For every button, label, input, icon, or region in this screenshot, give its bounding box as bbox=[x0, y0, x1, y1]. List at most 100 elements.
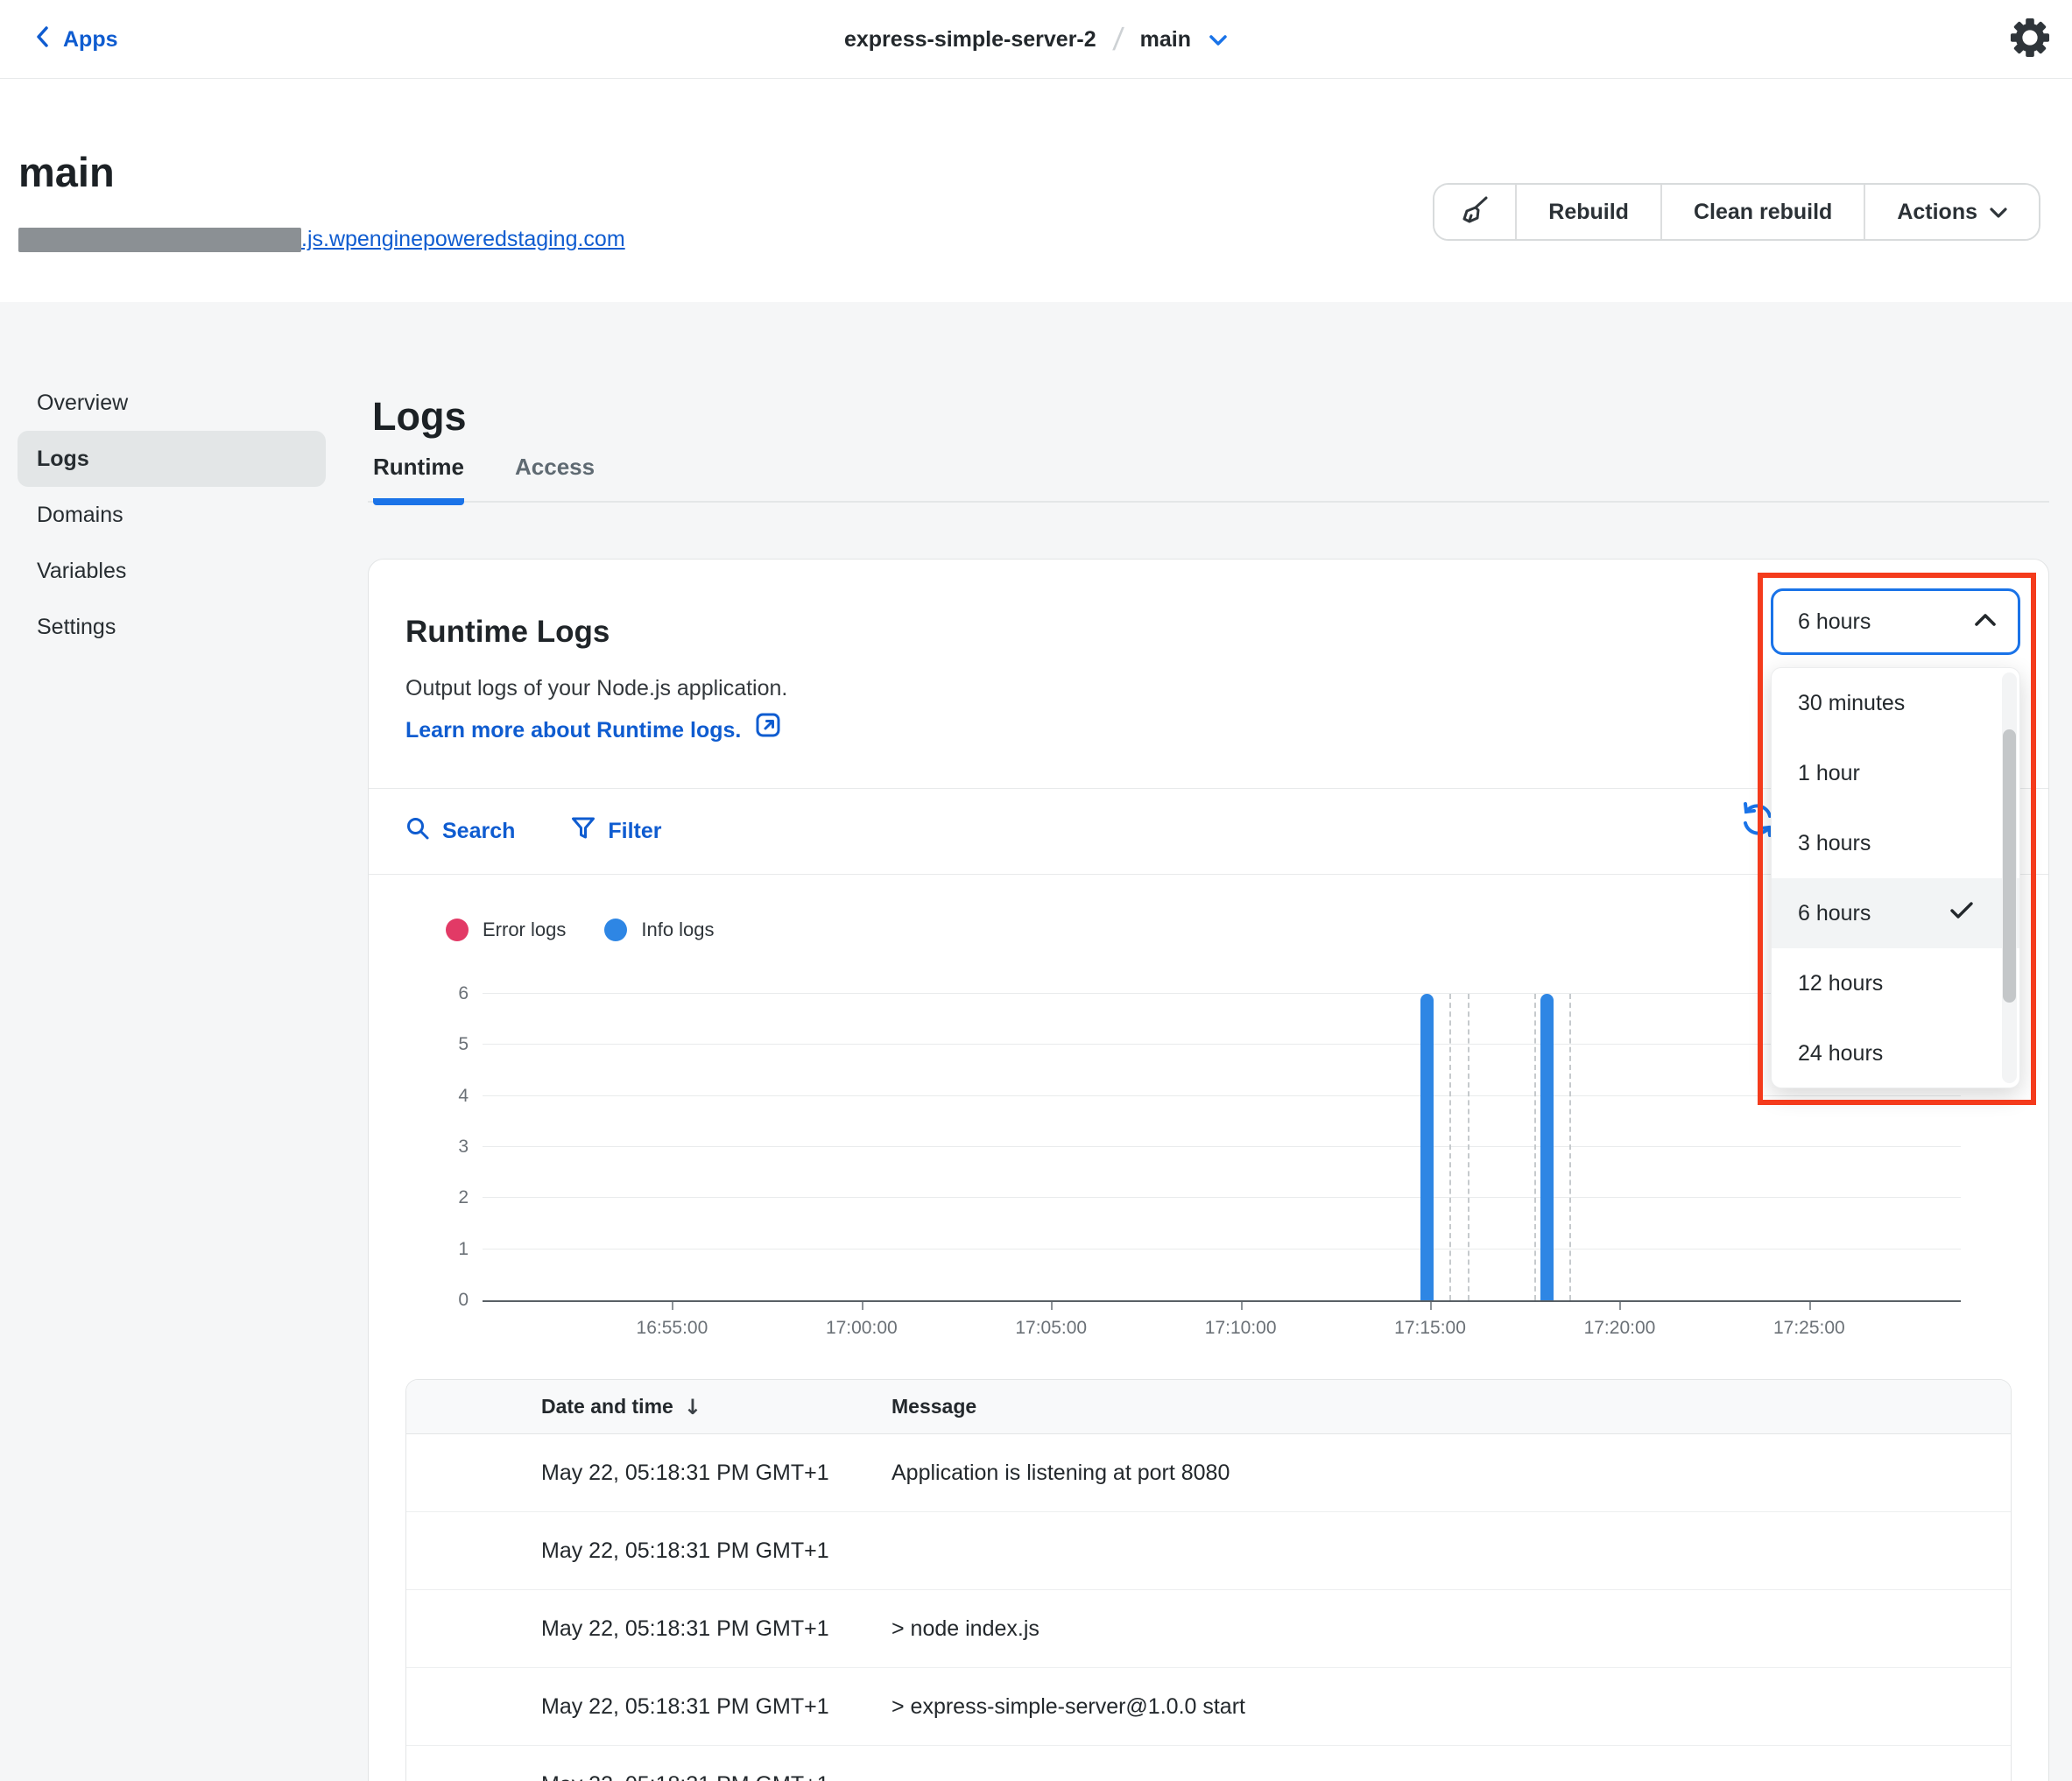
log-datetime: May 22, 05:18:31 PM GMT+1 bbox=[406, 1772, 892, 1781]
x-axis-tick bbox=[1809, 1302, 1811, 1310]
y-axis-label-1: 1 bbox=[405, 1239, 469, 1260]
log-row[interactable]: May 22, 05:18:31 PM GMT+1 > express-simp… bbox=[406, 1668, 2011, 1746]
search-icon bbox=[405, 816, 430, 847]
date-column-label: Date and time bbox=[541, 1395, 673, 1418]
chart-x-axis: 16:55:0017:00:0017:05:0017:10:0017:15:00… bbox=[483, 1302, 1961, 1348]
gridline-y-5 bbox=[483, 1044, 1961, 1045]
column-header-date[interactable]: Date and time ↓ bbox=[406, 1395, 892, 1419]
broom-icon bbox=[1459, 194, 1491, 231]
log-datetime: May 22, 05:18:31 PM GMT+1 bbox=[406, 1461, 892, 1486]
x-axis-label: 17:05:00 bbox=[1015, 1318, 1087, 1339]
log-datetime: May 22, 05:18:31 PM GMT+1 bbox=[406, 1694, 892, 1720]
breadcrumb-env-name[interactable]: main bbox=[1140, 27, 1191, 53]
environment-url-link[interactable]: .js.wpenginepoweredstaging.com bbox=[18, 227, 625, 252]
logs-table: Date and time ↓ Message May 22, 05:18:31… bbox=[405, 1379, 2012, 1781]
log-datetime: May 22, 05:18:31 PM GMT+1 bbox=[406, 1616, 892, 1642]
sidebar-item-overview[interactable]: Overview bbox=[18, 375, 326, 431]
actions-dropdown-button[interactable]: Actions bbox=[1864, 185, 2039, 239]
legend-item-info-logs: Info logs bbox=[604, 919, 714, 941]
chart-bar-info-logs[interactable] bbox=[1540, 994, 1554, 1300]
back-to-apps-link[interactable]: Apps bbox=[35, 0, 118, 79]
tab-access[interactable]: Access bbox=[515, 454, 595, 505]
event-marker-line bbox=[1534, 994, 1536, 1300]
legend-label: Error logs bbox=[483, 919, 566, 941]
tab-runtime[interactable]: Runtime bbox=[373, 454, 464, 505]
app-page: Apps express-simple-server-2 / main bbox=[0, 0, 2072, 1781]
sidebar-item-logs[interactable]: Logs bbox=[18, 431, 326, 487]
x-axis-label: 17:25:00 bbox=[1773, 1318, 1845, 1339]
page-title: Logs bbox=[372, 394, 467, 440]
log-message: > express-simple-server@1.0.0 start bbox=[892, 1694, 2011, 1720]
log-row[interactable]: May 22, 05:18:31 PM GMT+1 bbox=[406, 1512, 2011, 1590]
sidebar-item-variables[interactable]: Variables bbox=[18, 543, 326, 599]
x-axis-tick bbox=[672, 1302, 673, 1310]
menu-scrollbar-track bbox=[2002, 672, 2017, 1083]
event-marker-line bbox=[1449, 994, 1451, 1300]
filter-label: Filter bbox=[608, 819, 661, 844]
gridline-y-3 bbox=[483, 1146, 1961, 1147]
legend-label: Info logs bbox=[641, 919, 714, 941]
x-axis-tick bbox=[1051, 1302, 1053, 1310]
gridline-y-4 bbox=[483, 1095, 1961, 1096]
logs-tabs: Runtime Access bbox=[368, 454, 2049, 503]
chevron-down-icon bbox=[1990, 200, 2007, 225]
x-axis-tick bbox=[1241, 1302, 1243, 1310]
time-range-option-6-hours[interactable]: 6 hours bbox=[1772, 878, 2019, 948]
option-label: 24 hours bbox=[1798, 1041, 1883, 1066]
top-navbar: Apps express-simple-server-2 / main bbox=[0, 0, 2072, 79]
time-range-option-12-hours[interactable]: 12 hours bbox=[1772, 948, 2019, 1018]
chart-plot-area: 0123456 bbox=[483, 994, 1961, 1302]
time-range-selected-value: 6 hours bbox=[1798, 609, 1871, 635]
external-link-icon[interactable] bbox=[755, 712, 781, 748]
option-label: 12 hours bbox=[1798, 971, 1883, 996]
gear-icon bbox=[2010, 18, 2050, 62]
filter-icon bbox=[571, 816, 596, 847]
log-row[interactable]: May 22, 05:18:31 PM GMT+1 Application is… bbox=[406, 1434, 2011, 1512]
log-row[interactable]: May 22, 05:18:31 PM GMT+1 bbox=[406, 1746, 2011, 1781]
x-axis-label: 17:00:00 bbox=[826, 1318, 898, 1339]
x-axis-tick bbox=[862, 1302, 863, 1310]
chart-bar-info-logs[interactable] bbox=[1420, 994, 1434, 1300]
gridline-y-6 bbox=[483, 993, 1961, 994]
breadcrumb: express-simple-server-2 / main bbox=[844, 0, 1228, 79]
option-label: 1 hour bbox=[1798, 761, 1860, 786]
x-axis-label: 16:55:00 bbox=[637, 1318, 708, 1339]
learn-more-link[interactable]: Learn more about Runtime logs. bbox=[405, 717, 741, 743]
x-axis-tick bbox=[1430, 1302, 1432, 1310]
sidebar-item-domains[interactable]: Domains bbox=[18, 487, 326, 543]
time-range-option-30-minutes[interactable]: 30 minutes bbox=[1772, 668, 2019, 738]
chevron-left-icon bbox=[35, 25, 49, 54]
time-range-option-1-hour[interactable]: 1 hour bbox=[1772, 738, 2019, 808]
purge-cache-button[interactable] bbox=[1434, 185, 1515, 239]
sort-desc-icon: ↓ bbox=[684, 1395, 701, 1419]
filter-button[interactable]: Filter bbox=[571, 816, 661, 847]
sidebar-item-settings[interactable]: Settings bbox=[18, 599, 326, 655]
log-datetime: May 22, 05:18:31 PM GMT+1 bbox=[406, 1538, 892, 1564]
column-header-message: Message bbox=[892, 1395, 2011, 1418]
check-icon bbox=[1949, 901, 1974, 926]
event-marker-line bbox=[1468, 994, 1469, 1300]
clean-rebuild-button[interactable]: Clean rebuild bbox=[1660, 185, 1864, 239]
chevron-down-icon[interactable] bbox=[1209, 27, 1228, 53]
log-message: > node index.js bbox=[892, 1616, 2011, 1642]
menu-scrollbar-thumb[interactable] bbox=[2003, 729, 2016, 1003]
actions-label: Actions bbox=[1897, 200, 1977, 225]
gridline-y-1 bbox=[483, 1249, 1961, 1250]
time-range-select[interactable]: 6 hours bbox=[1771, 588, 2020, 655]
y-axis-label-4: 4 bbox=[405, 1086, 469, 1107]
rebuild-button[interactable]: Rebuild bbox=[1515, 185, 1660, 239]
x-axis-tick bbox=[1619, 1302, 1621, 1310]
back-label: Apps bbox=[63, 27, 118, 53]
x-axis-label: 17:15:00 bbox=[1394, 1318, 1466, 1339]
y-axis-label-5: 5 bbox=[405, 1034, 469, 1055]
environment-sidebar: Overview Logs Domains Variables Settings bbox=[18, 375, 326, 655]
redacted-url-segment bbox=[18, 228, 301, 252]
option-label: 3 hours bbox=[1798, 831, 1871, 856]
log-row[interactable]: May 22, 05:18:31 PM GMT+1 > node index.j… bbox=[406, 1590, 2011, 1668]
time-range-option-3-hours[interactable]: 3 hours bbox=[1772, 808, 2019, 878]
settings-gear-button[interactable] bbox=[2009, 18, 2051, 60]
search-button[interactable]: Search bbox=[405, 816, 515, 847]
runtime-logs-chart: 0123456 16:55:0017:00:0017:05:0017:10:00… bbox=[405, 994, 1961, 1348]
x-axis-label: 17:20:00 bbox=[1584, 1318, 1656, 1339]
time-range-option-24-hours[interactable]: 24 hours bbox=[1772, 1018, 2019, 1088]
